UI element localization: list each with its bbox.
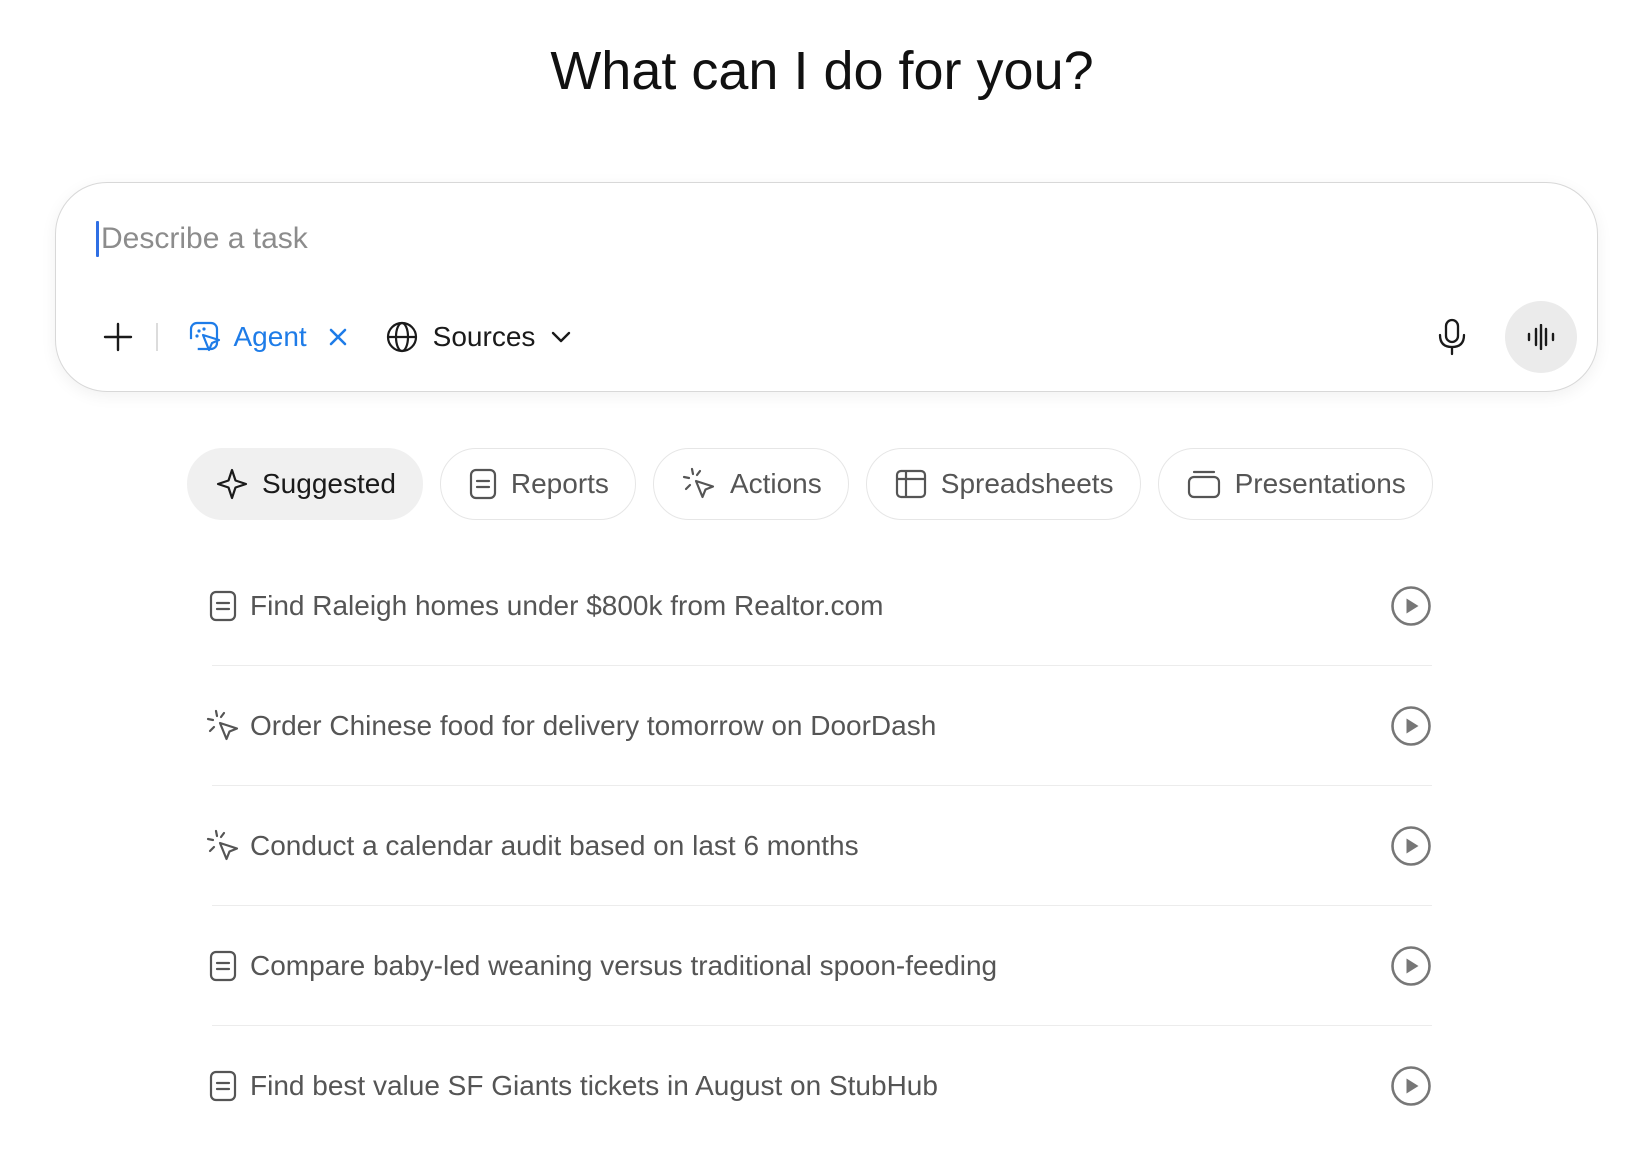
sparkle-icon: [216, 468, 248, 500]
task-composer: Agent Sources: [55, 182, 1598, 392]
sources-dropdown[interactable]: Sources: [385, 320, 574, 354]
add-attachment-button[interactable]: [94, 313, 142, 361]
text-caret: [96, 221, 99, 257]
document-icon: [206, 950, 240, 982]
cursor-click-icon: [206, 709, 240, 743]
tab-spreadsheets[interactable]: Spreadsheets: [865, 448, 1141, 520]
chevron-down-icon: [552, 331, 571, 343]
task-input[interactable]: [101, 222, 1557, 256]
suggestion-item[interactable]: Find best value SF Giants tickets in Aug…: [209, 1026, 1432, 1146]
document-icon: [206, 1070, 240, 1102]
play-circle-icon[interactable]: [1390, 825, 1432, 867]
suggestion-text: Find Raleigh homes under $800k from Real…: [250, 589, 884, 621]
waveform-icon: [1527, 324, 1555, 350]
tab-suggested[interactable]: Suggested: [187, 448, 423, 520]
tab-label: Spreadsheets: [940, 468, 1114, 499]
document-icon: [469, 468, 497, 500]
agent-chip-label: Agent: [233, 321, 307, 352]
cursor-click-icon: [682, 467, 716, 501]
tab-label: Presentations: [1234, 468, 1406, 499]
tab-label: Actions: [729, 468, 822, 499]
tab-reports[interactable]: Reports: [439, 448, 636, 520]
suggestion-list: Find Raleigh homes under $800k from Real…: [206, 546, 1432, 1146]
voice-mode-button[interactable]: [1505, 301, 1577, 373]
composer-toolbar: Agent Sources: [94, 301, 1577, 373]
suggestion-text: Order Chinese food for delivery tomorrow…: [250, 709, 937, 741]
play-circle-icon[interactable]: [1390, 705, 1432, 747]
task-input-row: [96, 217, 1557, 261]
agent-icon: [189, 321, 220, 352]
suggestion-text: Find best value SF Giants tickets in Aug…: [250, 1070, 938, 1101]
tab-actions[interactable]: Actions: [652, 448, 849, 520]
plus-icon: [103, 322, 133, 352]
category-tabs: Suggested Reports Actions Spreadsheets Prese…: [187, 448, 1433, 520]
table-icon: [895, 469, 927, 499]
close-icon: [329, 328, 346, 346]
suggestion-text: Conduct a calendar audit based on last 6…: [250, 829, 859, 861]
tab-presentations[interactable]: Presentations: [1157, 448, 1433, 520]
remove-agent-button[interactable]: [327, 326, 349, 348]
sources-label: Sources: [432, 321, 536, 352]
tab-label: Suggested: [262, 468, 396, 499]
slides-icon: [1187, 469, 1221, 499]
tab-label: Reports: [510, 468, 609, 499]
agent-mode-chip[interactable]: Agent: [188, 320, 349, 354]
suggestion-item[interactable]: Compare baby-led weaning versus traditio…: [209, 906, 1432, 1026]
toolbar-divider: [156, 323, 158, 351]
microphone-icon: [1438, 318, 1466, 356]
microphone-button[interactable]: [1429, 314, 1475, 360]
play-circle-icon[interactable]: [1390, 585, 1432, 627]
globe-icon: [386, 321, 417, 353]
play-circle-icon[interactable]: [1390, 945, 1432, 987]
document-icon: [206, 590, 240, 622]
suggestion-item[interactable]: Find Raleigh homes under $800k from Real…: [209, 546, 1432, 666]
cursor-click-icon: [206, 829, 240, 863]
toolbar-right-group: [1429, 301, 1577, 373]
suggestion-text: Compare baby-led weaning versus traditio…: [250, 949, 998, 981]
page-title: What can I do for you?: [550, 41, 1094, 101]
play-circle-icon[interactable]: [1390, 1065, 1432, 1107]
suggestion-item[interactable]: Order Chinese food for delivery tomorrow…: [206, 666, 1432, 786]
suggestion-item[interactable]: Conduct a calendar audit based on last 6…: [206, 786, 1432, 906]
